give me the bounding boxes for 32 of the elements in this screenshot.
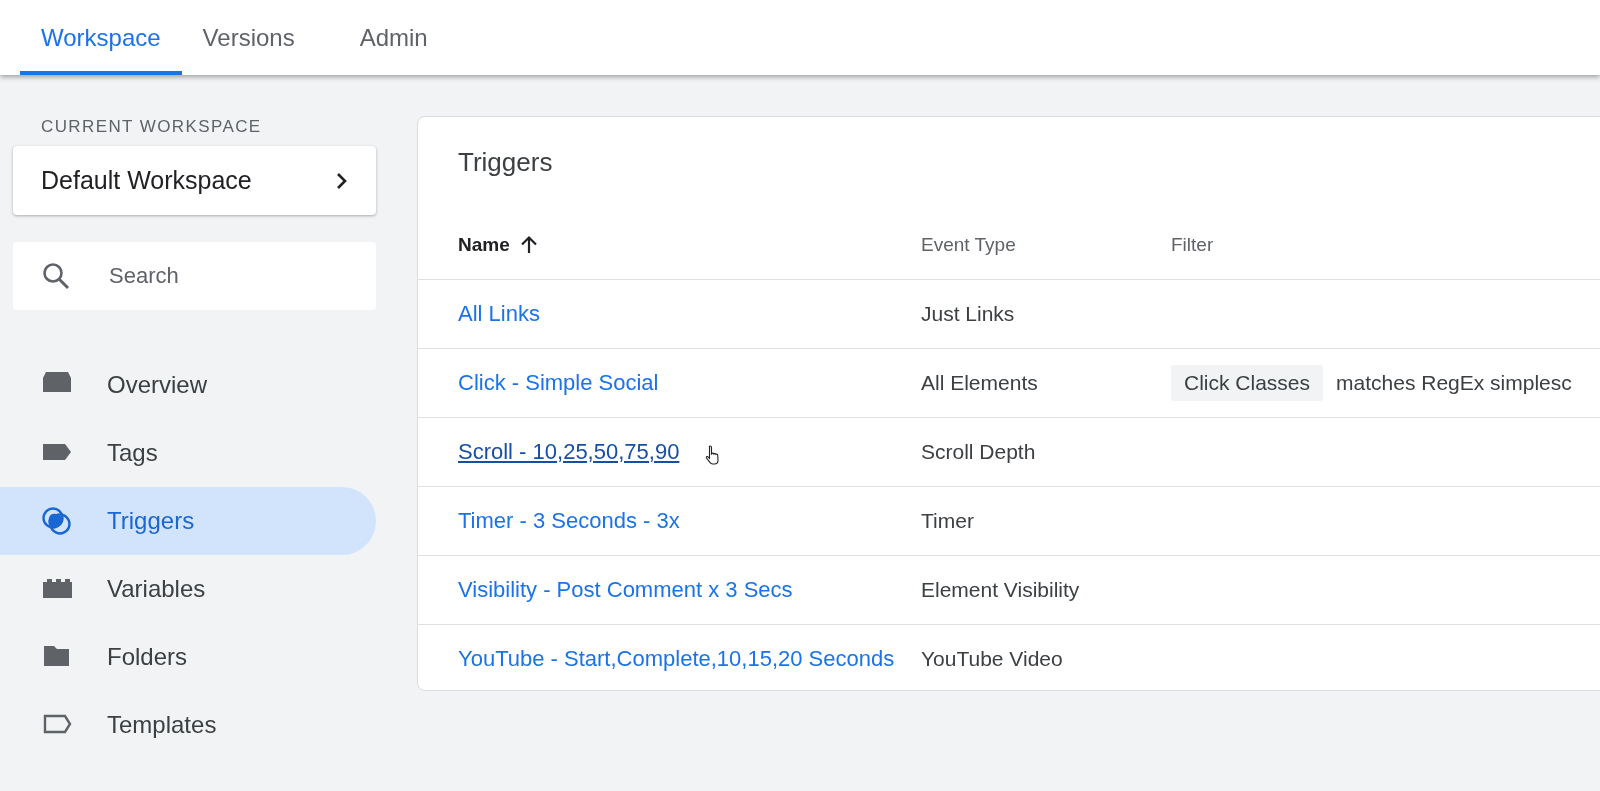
trigger-link[interactable]: Visibility - Post Comment x 3 Secs [458,577,793,603]
nav-tab[interactable]: Workspace [20,0,182,75]
trigger-link[interactable]: YouTube - Start,Complete,10,15,20 Seconds [458,646,895,672]
sidebar-item[interactable]: Overview [0,351,376,419]
section-label: CURRENT WORKSPACE [40,117,263,137]
variable-chip: Click Classes [1171,365,1324,401]
nav-tab[interactable]: Admin [338,0,449,75]
workspace-selector[interactable]: Default Workspace [13,146,376,215]
sidebar-item[interactable]: Folders [0,623,376,691]
sidebar-item[interactable]: Variables [0,555,376,623]
column-header[interactable]: Name [418,233,921,256]
trigger-link[interactable]: Timer - 3 Seconds - 3x [458,508,680,534]
hand-pointer-icon [705,444,722,466]
table-cell-text: All Elements [921,371,1039,395]
sidebar-item[interactable]: Tags [0,419,376,487]
card-title: Triggers [457,146,554,179]
trigger-link[interactable]: All Links [458,301,540,327]
column-header[interactable]: Filter [1171,233,1600,256]
table-cell-text: Scroll Depth [921,440,1037,464]
table-cell-text: Timer [921,509,975,533]
sidebar-item[interactable]: Triggers [0,487,376,555]
table-cell-text: YouTube Video [921,647,1064,671]
overlapping-circles-icon [41,506,73,536]
table-cell-text: Just Links [921,302,1016,326]
table-cell-text: Element Visibility [921,578,1081,602]
filter-condition: matches RegEx simplesc [1336,371,1572,395]
trigger-link[interactable]: Scroll - 10,25,50,75,90 [458,439,680,465]
trigger-link[interactable]: Click - Simple Social [458,370,659,396]
column-header[interactable]: Event Type [921,233,1171,256]
sidebar-item[interactable]: Templates [0,691,376,759]
search-field[interactable]: Search [13,242,376,310]
nav-tab[interactable]: Versions [181,0,339,75]
